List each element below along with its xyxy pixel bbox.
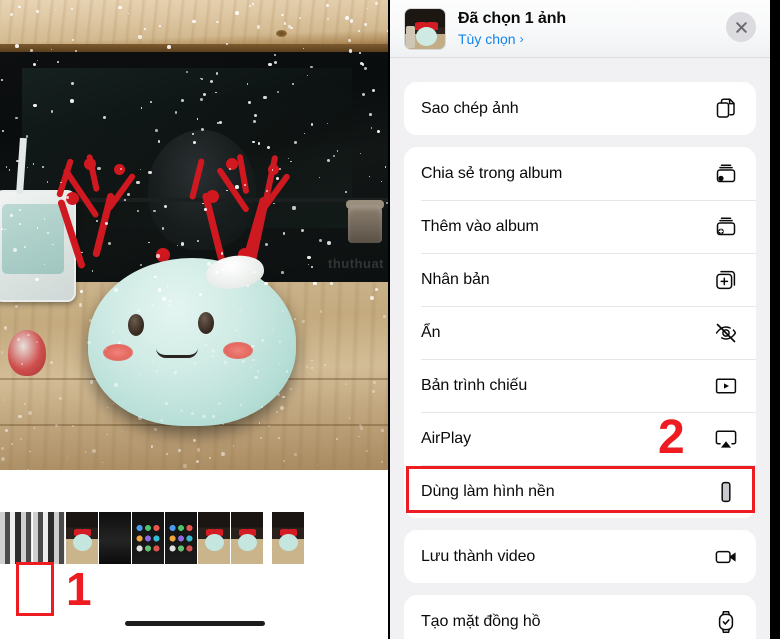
menu-item-shared-album[interactable]: Chia sẻ trong album (404, 147, 756, 200)
screenshot-root: thuthuat 1 Đã chọn 1 ảnh Tùy chọn › Sao … (0, 0, 780, 639)
thumbnail-item[interactable] (198, 512, 230, 564)
thumbnail-item[interactable] (272, 512, 304, 564)
thumbnail-item[interactable] (165, 512, 197, 564)
close-button[interactable] (726, 12, 756, 42)
menu-item-watch-face[interactable]: Tạo mặt đồng hồ (404, 595, 756, 639)
thumbnail-strip[interactable] (0, 512, 388, 564)
header-text-block: Đã chọn 1 ảnh Tùy chọn › (458, 10, 566, 47)
annotation-number-2: 2 (658, 411, 685, 464)
plush-cheek-left (103, 344, 133, 361)
shelf-edge (0, 44, 388, 52)
menu-item-label: Ẩn (421, 323, 441, 341)
photo-image[interactable]: thuthuat (0, 0, 388, 470)
menu-group: Lưu thành video (404, 530, 756, 583)
plush-eye-right (198, 312, 214, 334)
menu-item-label: Tạo mặt đồng hồ (421, 612, 541, 630)
add-to-album-icon (713, 214, 739, 240)
duplicate-icon (713, 267, 739, 293)
right-black-edge (770, 0, 780, 639)
thumbnail-item[interactable] (231, 512, 263, 564)
options-link[interactable]: Tùy chọn › (458, 31, 566, 47)
copy-icon (713, 96, 739, 122)
video-camera-icon (713, 544, 739, 570)
menu-group: Sao chép ảnh (404, 82, 756, 135)
plush-mouth (156, 346, 198, 358)
menu-item-label: Lưu thành video (421, 547, 536, 565)
share-sheet-header: Đã chọn 1 ảnh Tùy chọn › (390, 0, 770, 58)
menu-group: Chia sẻ trong album Thêm vào album Nhân bả… (404, 147, 756, 518)
menu-item-hide-eye[interactable]: Ẩn (404, 306, 756, 359)
thumbnail-item[interactable] (132, 512, 164, 564)
menu-item-video-camera[interactable]: Lưu thành video (404, 530, 756, 583)
menu-item-label: Nhân bản (421, 270, 490, 288)
menu-item-duplicate[interactable]: Nhân bản (404, 253, 756, 306)
red-object (8, 330, 46, 376)
annotation-box-share (16, 562, 54, 616)
shelf-grain (0, 0, 388, 48)
hide-eye-icon (713, 320, 739, 346)
share-sheet-pane: Đã chọn 1 ảnh Tùy chọn › Sao chép ảnh Chi… (390, 0, 770, 639)
menu-item-copy[interactable]: Sao chép ảnh (404, 82, 756, 135)
jar (348, 205, 382, 243)
menu-item-label: Thêm vào album (421, 217, 539, 235)
airplay-icon (713, 426, 739, 452)
menu-item-add-to-album[interactable]: Thêm vào album (404, 200, 756, 253)
home-indicator (125, 621, 265, 626)
thumbnail-item[interactable] (33, 512, 65, 564)
share-sheet-body: Sao chép ảnh Chia sẻ trong album Thêm vào … (390, 58, 770, 639)
menu-item-label: AirPlay (421, 429, 471, 447)
thumbnail-item[interactable] (99, 512, 131, 564)
menu-item-label: Sao chép ảnh (421, 99, 519, 117)
plush-cheek-right (223, 342, 253, 359)
options-link-label: Tùy chọn (458, 31, 516, 47)
wood-shelf (0, 0, 388, 48)
shared-album-icon (713, 161, 739, 187)
thumbnail-item[interactable] (66, 512, 98, 564)
selected-photo-thumbnail[interactable] (404, 7, 446, 50)
menu-item-label: Bản trình chiếu (421, 376, 528, 394)
photo-viewer-pane: thuthuat 1 (0, 0, 388, 639)
slideshow-icon (713, 373, 739, 399)
chevron-right-icon: › (519, 32, 524, 46)
annotation-number-1: 1 (66, 563, 92, 615)
watermark: thuthuat (328, 256, 384, 271)
thumbnail-item[interactable] (0, 512, 32, 564)
menu-group: Tạo mặt đồng hồ (404, 595, 756, 639)
annotation-box-wallpaper (406, 466, 755, 513)
watch-face-icon (713, 609, 739, 635)
menu-item-label: Chia sẻ trong album (421, 164, 563, 182)
photo-toolbar (0, 564, 388, 622)
wood-knot (276, 30, 287, 37)
plush-eye-left (128, 314, 144, 336)
page-title: Đã chọn 1 ảnh (458, 10, 567, 27)
menu-item-slideshow[interactable]: Bản trình chiếu (404, 359, 756, 412)
menu-item-airplay[interactable]: AirPlay (404, 412, 756, 465)
